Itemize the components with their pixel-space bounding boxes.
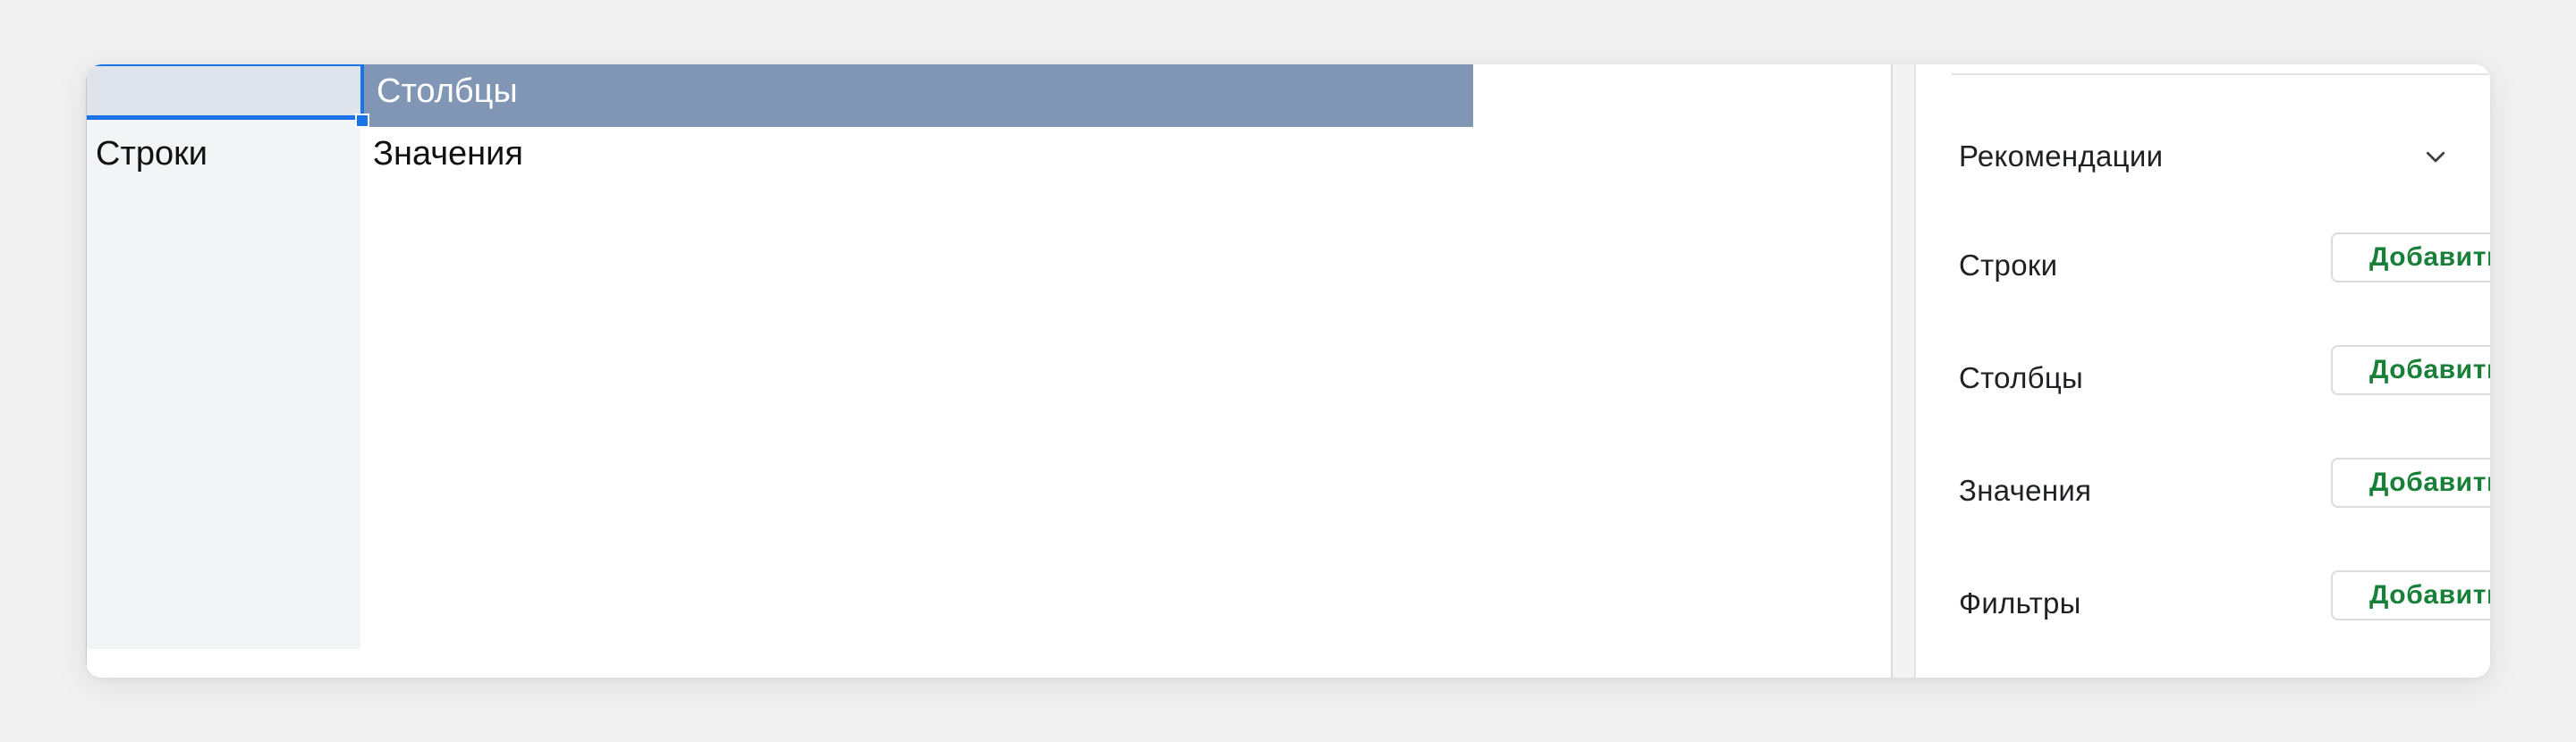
- columns-field-label: Столбцы: [1959, 361, 2084, 394]
- columns-field-row: Столбцы Добавить: [1916, 345, 2490, 408]
- add-rows-button[interactable]: Добавить: [2331, 232, 2490, 282]
- filters-field-row: Фильтры Добавить: [1916, 570, 2490, 633]
- add-values-button[interactable]: Добавить: [2331, 458, 2490, 508]
- values-placeholder-label: Значения: [373, 135, 523, 173]
- add-columns-button[interactable]: Добавить: [2331, 345, 2490, 395]
- selection-fill-handle[interactable]: [355, 114, 369, 128]
- rows-placeholder-label: Строки: [96, 135, 208, 173]
- columns-header-cell[interactable]: Столбцы: [360, 64, 1473, 127]
- chevron-down-icon[interactable]: [2422, 143, 2449, 170]
- filters-field-label: Фильтры: [1959, 586, 2081, 620]
- recommendations-label: Рекомендации: [1959, 139, 2164, 173]
- recommendations-section[interactable]: Рекомендации: [1916, 127, 2490, 188]
- values-field-label: Значения: [1959, 474, 2092, 507]
- add-filters-button[interactable]: Добавить: [2331, 570, 2490, 620]
- columns-header-label: Столбцы: [377, 72, 518, 110]
- pivot-table-preview: Столбцы Строки Значения: [86, 64, 1892, 678]
- rows-field-row: Строки Добавить: [1916, 232, 2490, 295]
- pivot-editor-window: Столбцы Строки Значения Рекомендации Стр…: [86, 64, 2490, 678]
- values-field-row: Значения Добавить: [1916, 458, 2490, 520]
- pivot-editor-panel: Рекомендации Строки Добавить Столбцы Доб…: [1916, 64, 2490, 678]
- rows-field-label: Строки: [1959, 249, 2058, 282]
- panel-divider: [1952, 73, 2488, 75]
- selected-corner-cell[interactable]: [87, 64, 360, 120]
- vertical-scrollbar[interactable]: [1891, 64, 1916, 678]
